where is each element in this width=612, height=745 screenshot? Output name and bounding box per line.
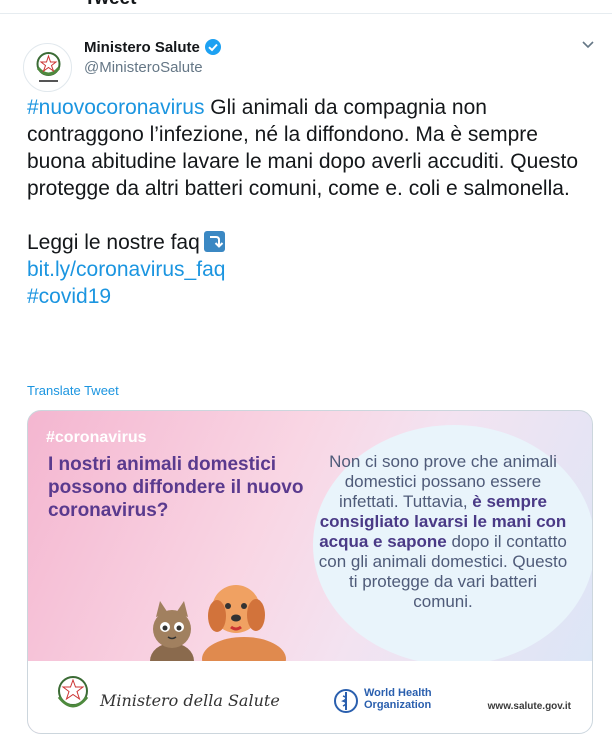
verified-badge-icon [204,39,221,55]
emblem-icon [36,52,61,82]
author-name[interactable]: Ministero Salute [84,38,222,56]
chevron-down-icon[interactable] [580,36,596,52]
who-label: World Health Organization [364,687,432,711]
page-header: Tweet [0,0,612,14]
avatar[interactable] [23,43,72,92]
ministero-label: Ministero della Salute [100,691,280,710]
site-url: www.salute.gov.it [487,701,571,712]
tweet-text: #nuovocoronavirus Gli animali da compagn… [27,94,597,310]
hashtag-link[interactable]: #nuovocoronavirus [27,96,204,119]
hashtag-covid19-link[interactable]: #covid19 [27,285,111,308]
tweet-image-card[interactable]: #coronavirus I nostri animali domestici … [27,410,593,734]
who-label-line1: World Health [364,687,432,699]
who-logo-icon [334,689,358,713]
bubble-text: Non ci sono prove che animali domestici … [318,452,568,612]
card-hashtag: #coronavirus [46,429,147,446]
italian-emblem-icon [57,676,89,708]
faq-label: Leggi le nostre faq [27,231,200,254]
card-question: I nostri animali domestici possono diffo… [48,454,304,521]
tweet: Ministero Salute @MinisteroSalute #nuovo… [0,14,612,745]
arrow-curving-down-icon [203,231,225,252]
who-label-line2: Organization [364,699,432,711]
faq-link[interactable]: bit.ly/coronavirus_faq [27,258,225,281]
card-footer: Ministero della Salute World Health Orga… [28,661,592,733]
author-name-text[interactable]: Ministero Salute [84,39,200,56]
page-title: Tweet [84,0,136,10]
author-handle[interactable]: @MinisteroSalute [84,59,203,76]
translate-tweet-link[interactable]: Translate Tweet [27,383,119,398]
